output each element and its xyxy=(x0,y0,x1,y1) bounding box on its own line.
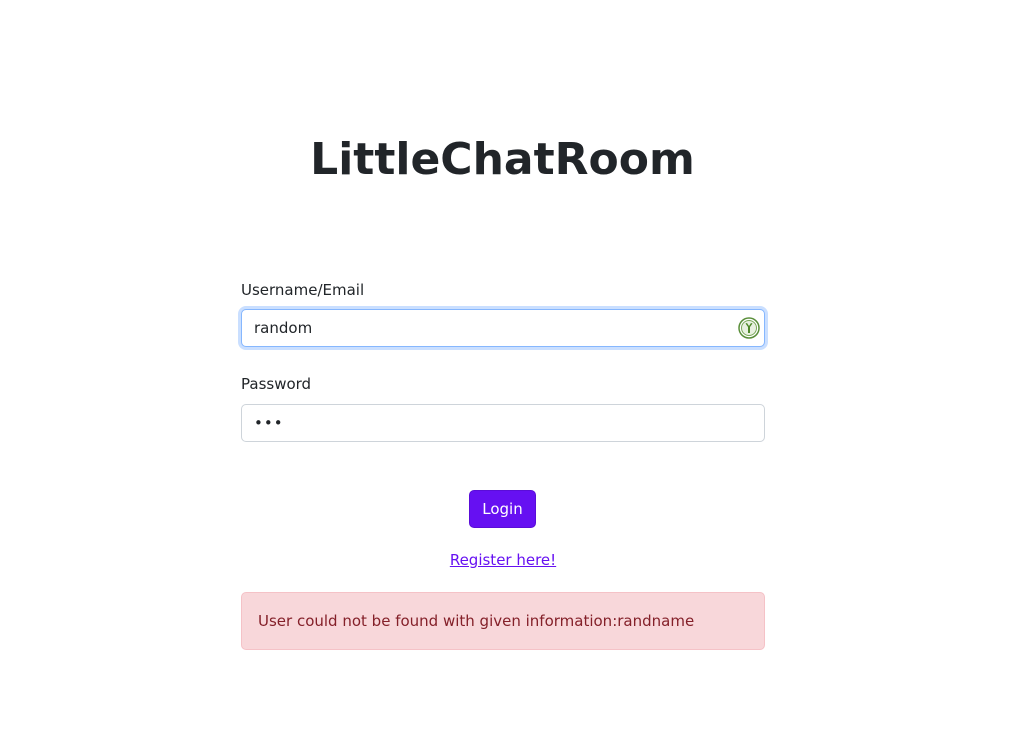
password-manager-icon[interactable] xyxy=(738,317,760,339)
register-link[interactable]: Register here! xyxy=(450,551,556,569)
app-title: LittleChatRoom xyxy=(310,134,695,185)
password-input[interactable] xyxy=(254,405,724,441)
username-field-container xyxy=(241,309,765,347)
error-alert: User could not be found with given infor… xyxy=(241,592,765,650)
password-field-container xyxy=(241,404,765,442)
username-input[interactable] xyxy=(254,310,724,346)
register-link-container: Register here! xyxy=(241,548,765,572)
username-label: Username/Email xyxy=(241,281,365,299)
login-button[interactable]: Login xyxy=(469,490,536,528)
password-label: Password xyxy=(241,375,312,393)
